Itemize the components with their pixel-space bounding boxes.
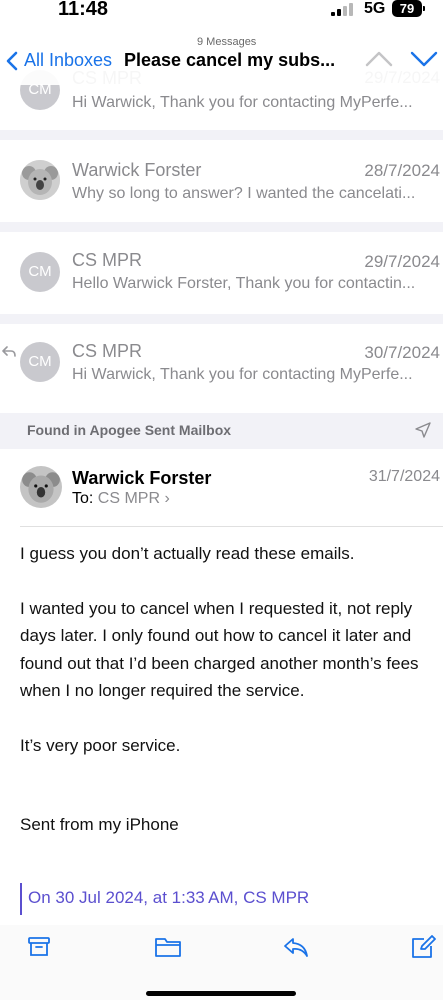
folder-icon[interactable]: [154, 935, 182, 959]
chevron-right-icon: ›: [164, 490, 170, 507]
send-icon: [415, 422, 431, 438]
sender-avatar-koala: [20, 466, 62, 508]
network-label: 5G: [364, 0, 386, 17]
signature: Sent from my iPhone: [20, 815, 179, 835]
thread-item[interactable]: Warwick Forster 28/7/2024 Why so long to…: [0, 140, 443, 222]
thread-preview: Hello Warwick Forster, Thank you for con…: [72, 275, 416, 292]
separator: [0, 314, 443, 324]
signal-icon: [331, 3, 355, 16]
found-in-banner: Found in Apogee Sent Mailbox: [0, 413, 443, 449]
avatar-koala: [20, 160, 60, 200]
mail-sender: Warwick Forster: [72, 468, 212, 488]
avatar: CM: [20, 342, 60, 382]
back-button[interactable]: All Inboxes: [6, 50, 112, 71]
thread-date: 28/7/2024: [364, 161, 440, 180]
avatar: CM: [20, 252, 60, 292]
thread-item[interactable]: CM CS MPR 30/7/2024 Hi Warwick, Thank yo…: [0, 324, 443, 408]
mail-body: I guess you don’t actually read these em…: [20, 540, 440, 839]
compose-icon[interactable]: [410, 935, 436, 959]
chevron-up-icon[interactable]: [365, 50, 393, 68]
message-count: 9 Messages: [197, 36, 257, 48]
mail-date: 31/7/2024: [368, 468, 440, 485]
recipient[interactable]: CS MPR: [98, 490, 160, 507]
battery-tip: [423, 6, 425, 11]
body-paragraph: I wanted you to cancel when I requested …: [20, 598, 419, 701]
thread-preview: Hi Warwick, Thank you for contacting MyP…: [72, 366, 413, 383]
home-indicator: [146, 991, 296, 996]
body-paragraph: I guess you don’t actually read these em…: [20, 544, 355, 563]
separator: [0, 130, 443, 140]
bottom-toolbar: [0, 925, 443, 1000]
divider: [20, 526, 443, 527]
thread-sender: CS MPR: [72, 341, 143, 361]
thread-date: 30/7/2024: [364, 343, 440, 362]
chevron-left-icon: [6, 51, 18, 70]
chevron-down-icon[interactable]: [410, 50, 438, 68]
thread-preview: Why so long to answer? I wanted the canc…: [72, 185, 416, 202]
quote-header: On 30 Jul 2024, at 1:33 AM, CS MPR: [28, 888, 310, 907]
thread-subject: Please cancel my subs...: [124, 50, 336, 70]
thread-date: 29/7/2024: [364, 252, 440, 271]
koala-photo: [20, 160, 60, 200]
battery-icon: 79: [392, 0, 422, 17]
thread-sender: Warwick Forster: [72, 160, 202, 180]
reply-icon[interactable]: [283, 935, 309, 959]
separator: [0, 222, 443, 232]
thread-item[interactable]: CM CS MPR 29/7/2024 Hello Warwick Forste…: [0, 232, 443, 314]
back-label: All Inboxes: [24, 50, 113, 70]
found-in-label: Found in Apogee Sent Mailbox: [27, 422, 232, 438]
thread-sender: CS MPR: [72, 250, 143, 270]
to-label: To:: [72, 490, 94, 507]
thread-preview: Hi Warwick, Thank you for contacting MyP…: [72, 94, 413, 111]
mail-recipients[interactable]: To: CS MPR ›: [72, 490, 170, 508]
status-time: 11:48: [58, 0, 109, 20]
archive-icon[interactable]: [27, 935, 51, 959]
body-paragraph: It’s very poor service.: [20, 735, 181, 755]
status-bar: 11:48 5G 79: [0, 0, 443, 28]
replied-icon: [2, 346, 16, 357]
quoted-reply[interactable]: On 30 Jul 2024, at 1:33 AM, CS MPR: [20, 883, 309, 915]
nav-bar-front: 9 Messages All Inboxes Please cancel my …: [0, 30, 443, 86]
